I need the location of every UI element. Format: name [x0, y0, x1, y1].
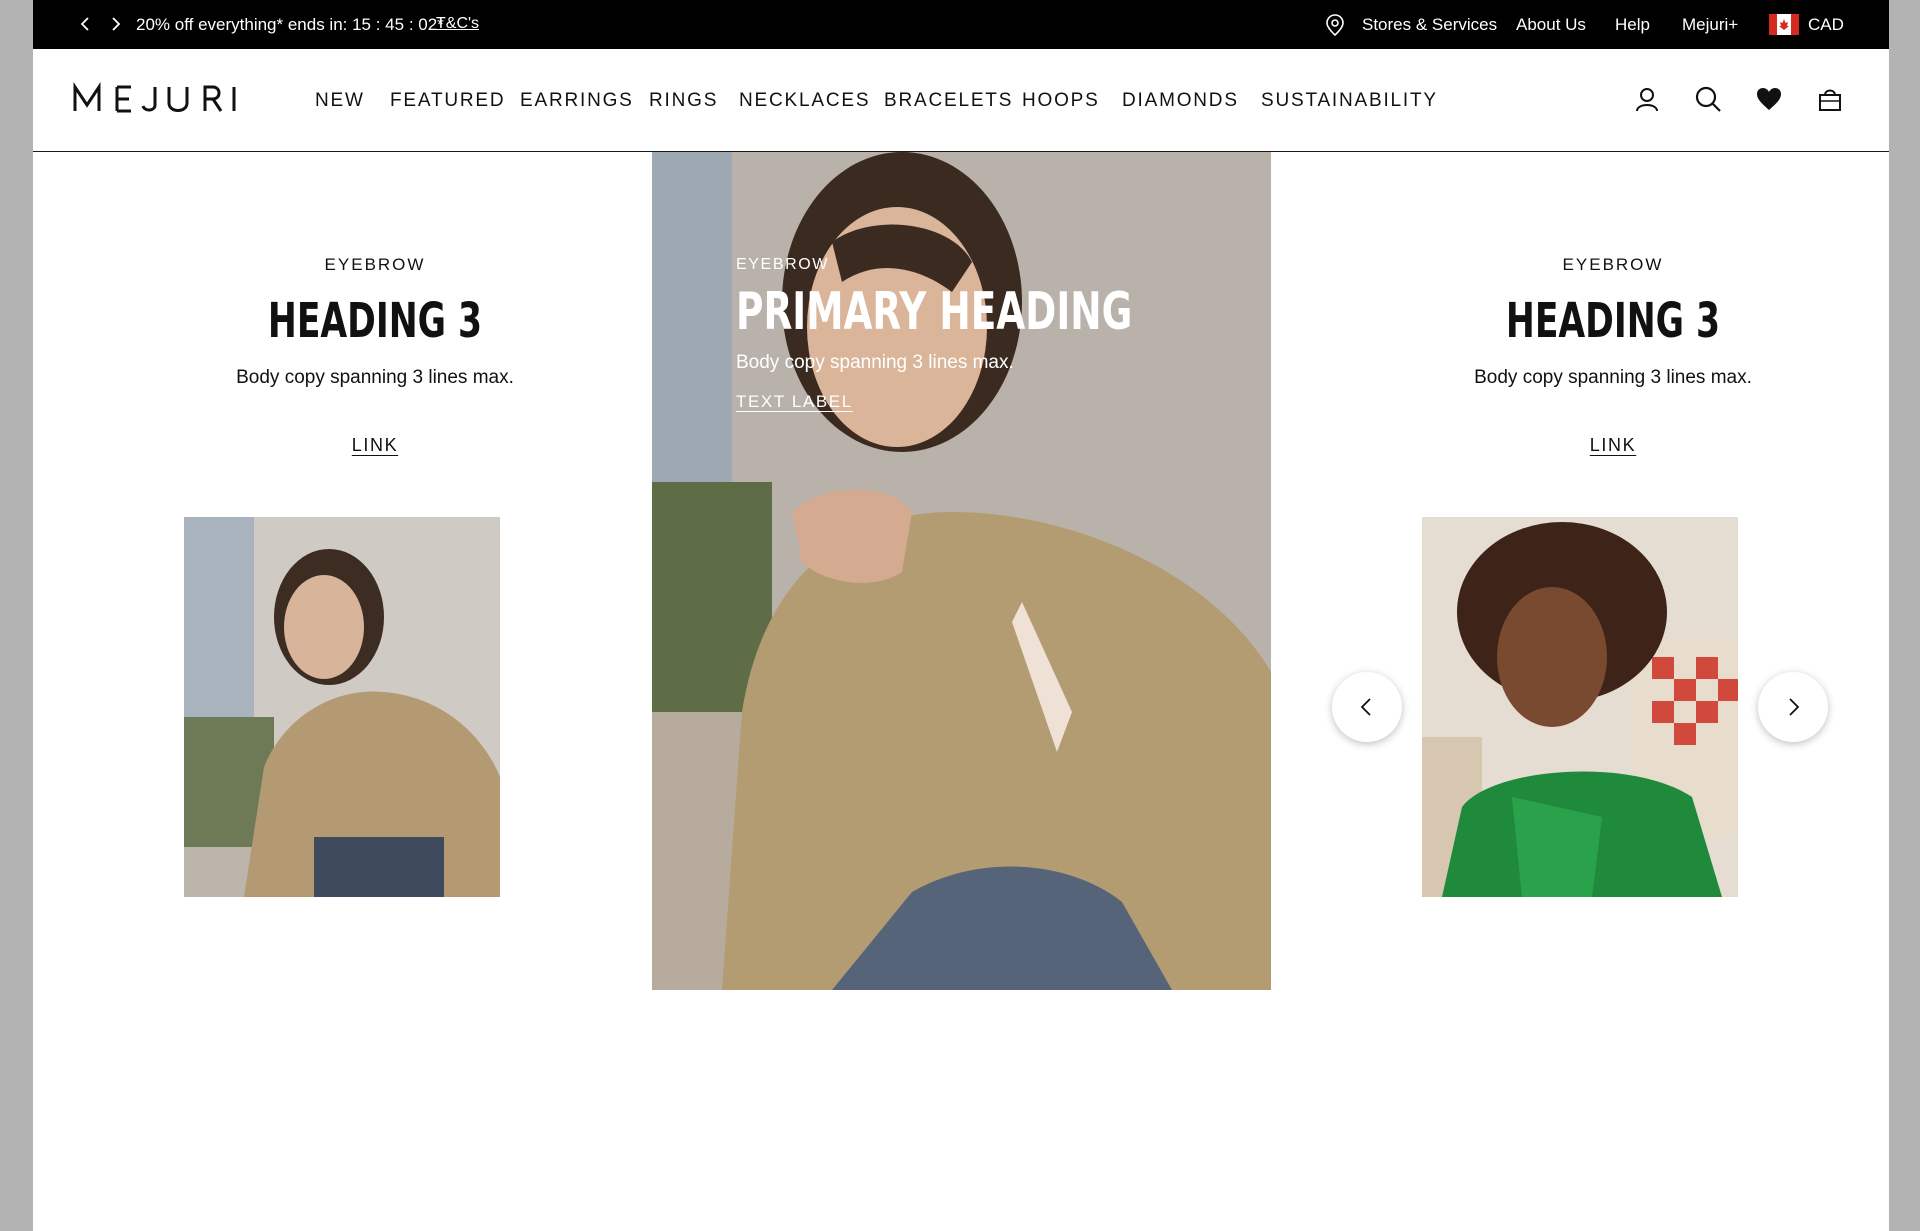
- account-icon[interactable]: [1633, 85, 1661, 113]
- about-us-link[interactable]: About Us: [1516, 15, 1586, 35]
- bag-icon[interactable]: [1816, 85, 1844, 113]
- right-body: Body copy spanning 3 lines max.: [1474, 367, 1752, 388]
- currency-selector[interactable]: CAD: [1808, 15, 1844, 35]
- left-heading: HEADING 3: [267, 293, 483, 349]
- canada-flag-icon[interactable]: [1769, 14, 1799, 35]
- hero-image[interactable]: EYEBROW PRIMARY HEADING Body copy spanni…: [652, 152, 1271, 990]
- nav-earrings[interactable]: EARRINGS: [520, 90, 634, 112]
- left-card-photo: [184, 517, 500, 897]
- help-link[interactable]: Help: [1615, 15, 1650, 35]
- nav-bracelets[interactable]: BRACELETS: [884, 90, 1013, 112]
- hero-heading: PRIMARY HEADING: [736, 282, 1133, 342]
- page: 20% off everything* ends in: 15 : 45 : 0…: [33, 0, 1889, 1231]
- wishlist-heart-icon[interactable]: [1755, 85, 1783, 113]
- right-eyebrow: EYEBROW: [1562, 255, 1664, 274]
- nav-sustainability[interactable]: SUSTAINABILITY: [1261, 90, 1438, 112]
- promo-prev-icon[interactable]: [77, 15, 95, 33]
- left-eyebrow: EYEBROW: [324, 255, 426, 274]
- carousel-prev-button[interactable]: [1332, 672, 1402, 742]
- right-heading: HEADING 3: [1505, 293, 1721, 349]
- nav-hoops[interactable]: HOOPS: [1022, 90, 1100, 112]
- hero-body: Body copy spanning 3 lines max.: [736, 352, 1014, 373]
- promo-next-icon[interactable]: [106, 15, 124, 33]
- terms-link[interactable]: T&C's: [436, 15, 479, 33]
- hero-eyebrow: EYEBROW: [736, 256, 829, 273]
- promo-text: 20% off everything* ends in: 15 : 45 : 0…: [136, 15, 444, 34]
- search-icon[interactable]: [1694, 85, 1722, 113]
- nav-diamonds[interactable]: DIAMONDS: [1122, 90, 1239, 112]
- promo-bar: 20% off everything* ends in: 15 : 45 : 0…: [33, 0, 1889, 49]
- left-card-image[interactable]: [184, 517, 500, 897]
- nav-new[interactable]: NEW: [315, 90, 365, 112]
- left-link[interactable]: LINK: [352, 435, 398, 456]
- nav-necklaces[interactable]: NECKLACES: [739, 90, 870, 112]
- main-header: NEW FEATURED EARRINGS RINGS NECKLACES BR…: [33, 49, 1889, 152]
- hero-text: EYEBROW PRIMARY HEADING Body copy spanni…: [736, 256, 1271, 412]
- right-card-image[interactable]: [1422, 517, 1738, 897]
- nav-featured[interactable]: FEATURED: [390, 90, 505, 112]
- right-card-photo: [1422, 517, 1738, 897]
- left-card-text: EYEBROW HEADING 3 Body copy spanning 3 l…: [125, 255, 625, 456]
- chevron-left-icon: [1360, 698, 1371, 716]
- mejuri-logo-wordmark: [73, 82, 236, 113]
- hero-text-label-link[interactable]: TEXT LABEL: [736, 392, 853, 412]
- right-card-text: EYEBROW HEADING 3 Body copy spanning 3 l…: [1363, 255, 1863, 456]
- mejuri-plus-link[interactable]: Mejuri+: [1682, 15, 1738, 35]
- stores-services-link[interactable]: Stores & Services: [1362, 15, 1497, 35]
- mejuri-logo[interactable]: [73, 81, 237, 117]
- nav-rings[interactable]: RINGS: [649, 90, 718, 112]
- left-body: Body copy spanning 3 lines max.: [236, 367, 514, 388]
- chevron-right-icon: [1789, 698, 1800, 716]
- right-link[interactable]: LINK: [1590, 435, 1636, 456]
- location-pin-icon: [1326, 14, 1344, 37]
- carousel-next-button[interactable]: [1758, 672, 1828, 742]
